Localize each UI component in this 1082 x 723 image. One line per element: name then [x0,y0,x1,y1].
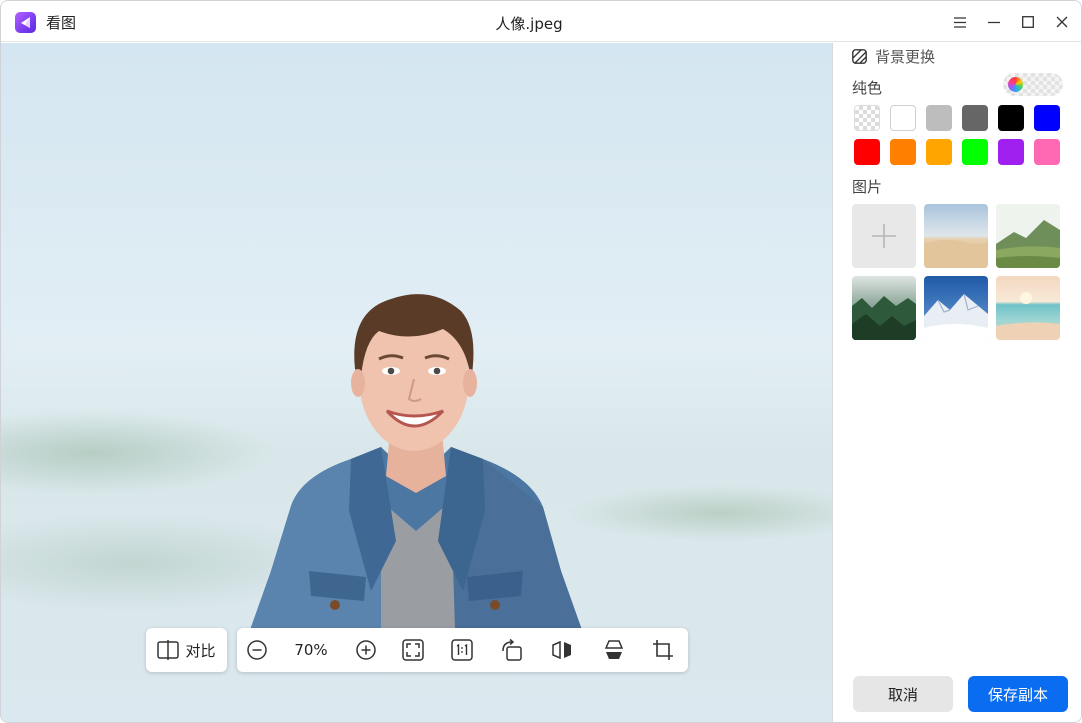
swatch-orange[interactable] [890,139,916,165]
cancel-button[interactable]: 取消 [853,676,953,712]
view-toolbar: 70% [237,628,688,672]
color-wheel-icon [1008,77,1023,92]
app-window: 看图 人像.jpeg 对比 70% 背景更换 纯色 图片 取消 保存副本 [0,0,1082,723]
solid-color-label: 纯色 [852,79,883,97]
flip-horizontal-button[interactable] [550,638,574,662]
mountain-thumbnail [996,204,1060,268]
save-copy-button[interactable]: 保存副本 [968,676,1068,712]
compare-label: 对比 [185,641,216,660]
background-thumb-desert[interactable] [924,204,988,268]
flip-vertical-button[interactable] [602,638,626,662]
swatch-amber[interactable] [926,139,952,165]
swatch-red[interactable] [854,139,880,165]
background-panel: 背景更换 纯色 图片 取消 保存副本 [832,43,1081,722]
compare-button[interactable]: 对比 [146,628,227,672]
snow-thumbnail [924,276,988,340]
menu-button[interactable] [947,9,973,35]
actual-size-button[interactable] [450,638,474,662]
swatch-blue[interactable] [1034,105,1060,131]
zoom-out-icon [247,640,267,660]
compare-icon [157,640,180,660]
window-title: 人像.jpeg [495,15,563,33]
swatch-transparent[interactable] [854,105,880,131]
portrait-image [239,294,593,661]
menu-icon [954,16,966,28]
fit-window-icon [402,639,424,661]
crop-button[interactable] [651,638,675,662]
add-image-button[interactable] [852,204,916,268]
title-bar: 看图 人像.jpeg [1,1,1081,42]
plus-icon [872,224,896,248]
actual-size-icon [451,639,473,661]
zoom-level: 70% [294,641,328,659]
zoom-in-icon [356,640,376,660]
maximize-icon [1022,16,1034,28]
close-icon [1056,16,1068,28]
swatch-pink[interactable] [1034,139,1060,165]
swatch-dark-gray[interactable] [962,105,988,131]
minimize-icon [988,21,1000,24]
image-canvas[interactable] [1,43,832,722]
background-thumb-snow[interactable] [924,276,988,340]
beach-thumbnail [996,276,1060,340]
minimize-button[interactable] [981,9,1007,35]
background-replace-icon [852,48,867,64]
swatch-green[interactable] [962,139,988,165]
panel-title: 背景更换 [875,47,936,66]
swatch-light-gray[interactable] [926,105,952,131]
swatch-purple[interactable] [998,139,1024,165]
background-thumb-beach[interactable] [996,276,1060,340]
close-button[interactable] [1049,9,1075,35]
background-thumb-forest[interactable] [852,276,916,340]
swatch-white[interactable] [890,105,916,131]
zoom-in-button[interactable] [354,638,378,662]
rotate-button[interactable] [500,638,524,662]
zoom-out-button[interactable] [245,638,269,662]
image-section-label: 图片 [852,178,883,196]
panel-header: 背景更换 [852,45,935,67]
flip-horizontal-icon [552,640,571,660]
flip-vertical-icon [604,640,624,659]
forest-thumbnail [852,276,916,340]
custom-color-button[interactable] [1003,73,1063,96]
maximize-button[interactable] [1015,9,1041,35]
swatch-black[interactable] [998,105,1024,131]
crop-icon [653,640,673,660]
desert-thumbnail [924,204,988,268]
background-thumb-mountain[interactable] [996,204,1060,268]
fit-window-button[interactable] [401,638,425,662]
rotate-icon [502,638,522,661]
